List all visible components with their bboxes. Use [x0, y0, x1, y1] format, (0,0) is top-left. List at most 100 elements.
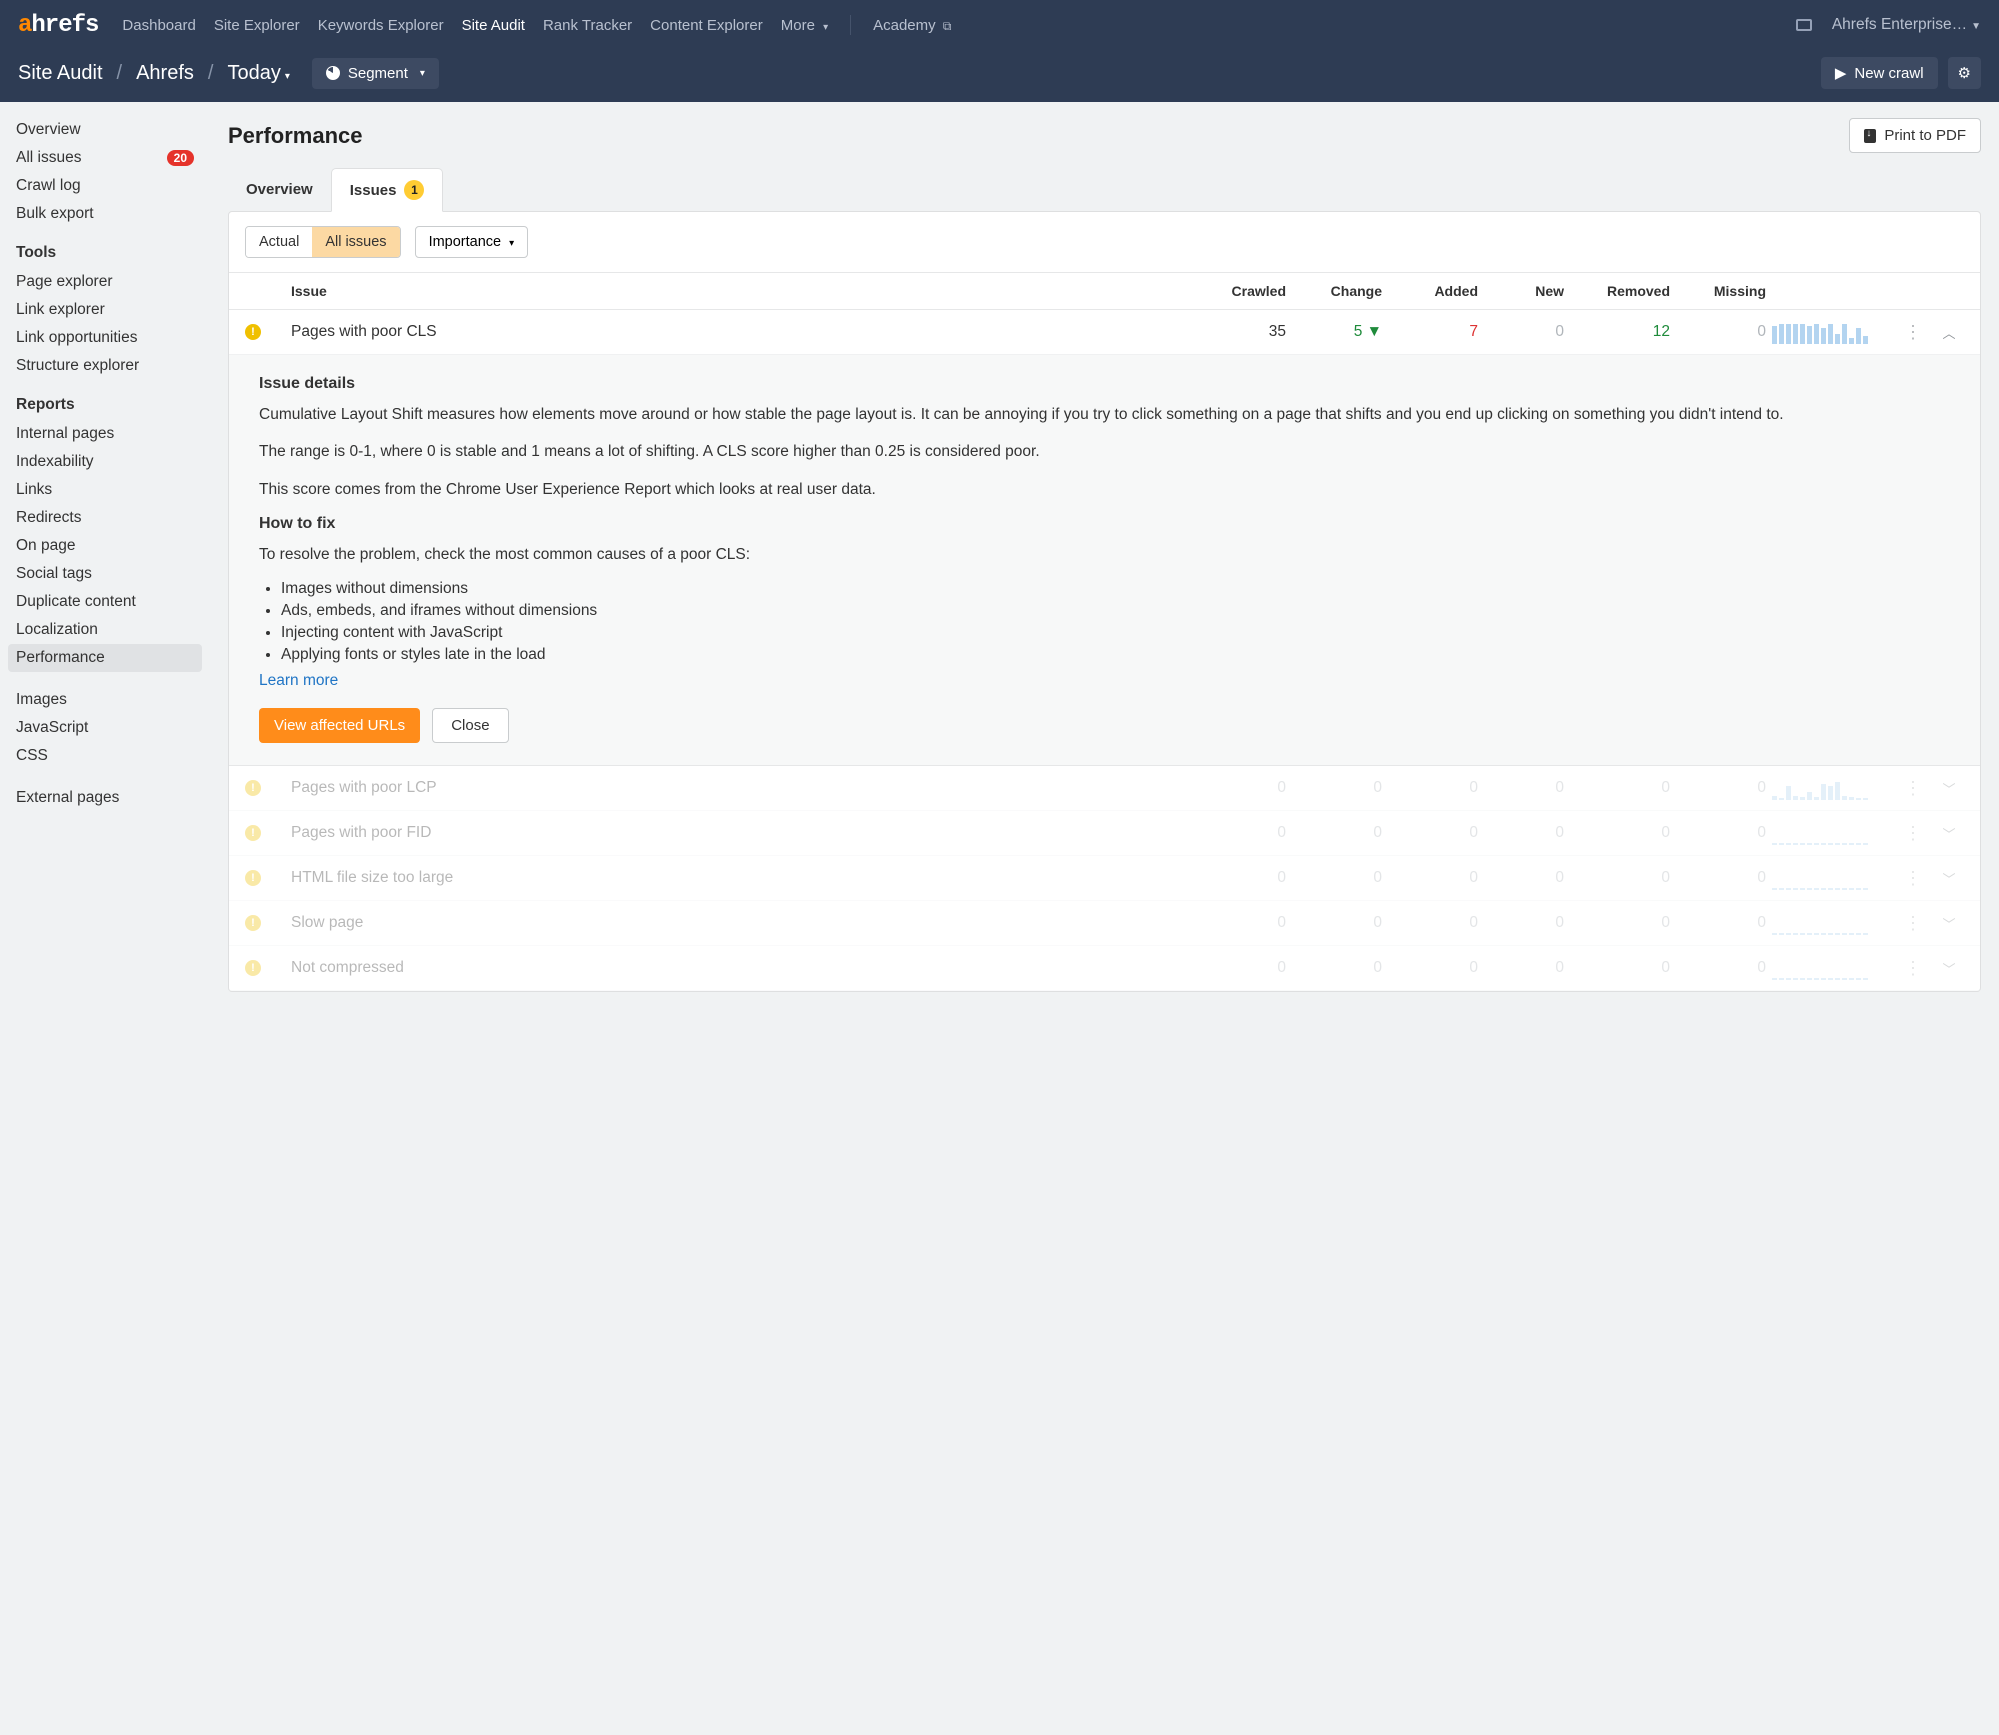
breadcrumb-project[interactable]: Ahrefs	[136, 62, 194, 85]
sidebar-item[interactable]: Link opportunities	[0, 324, 210, 352]
sidebar-item[interactable]: Social tags	[0, 560, 210, 588]
details-p: Cumulative Layout Shift measures how ele…	[259, 403, 1950, 426]
appearance-icon[interactable]	[1796, 19, 1812, 31]
sparkline	[1772, 911, 1892, 935]
col-new[interactable]: New	[1484, 283, 1564, 299]
issue-row[interactable]: Pages with poor CLS 35 5 ▼ 7 0 12 0 ⋮ ︿	[229, 310, 1980, 355]
sidebar-item[interactable]: Links	[0, 476, 210, 504]
sidebar-item[interactable]: Structure explorer	[0, 352, 210, 380]
settings-button[interactable]: ⚙	[1948, 57, 1981, 89]
account-menu[interactable]: Ahrefs Enterprise…▼	[1832, 16, 1981, 34]
sidebar-item[interactable]: JavaScript	[0, 714, 210, 742]
col-issue[interactable]: Issue	[291, 283, 1190, 299]
cell-crawled: 0	[1196, 824, 1286, 842]
tab-issues[interactable]: Issues 1	[331, 168, 444, 212]
sidebar-item[interactable]: External pages	[0, 784, 210, 812]
sidebar-item[interactable]: Performance	[8, 644, 202, 672]
fix-item: Injecting content with JavaScript	[281, 624, 1950, 642]
sidebar-item[interactable]: CSS	[0, 742, 210, 770]
segment-button[interactable]: Segment ▾	[312, 58, 439, 89]
cell-removed: 12	[1570, 323, 1670, 341]
chevron-down-icon[interactable]: ﹀	[1934, 959, 1964, 978]
sidebar-item[interactable]: Localization	[0, 616, 210, 644]
col-added[interactable]: Added	[1388, 283, 1478, 299]
sidebar-item[interactable]: Duplicate content	[0, 588, 210, 616]
nav-link[interactable]: Keywords Explorer	[318, 17, 444, 34]
col-missing[interactable]: Missing	[1676, 283, 1766, 299]
tab-overview[interactable]: Overview	[228, 170, 331, 209]
warning-icon	[245, 324, 261, 340]
close-button[interactable]: Close	[432, 708, 508, 743]
nav-link[interactable]: Rank Tracker	[543, 17, 632, 34]
page-title: Performance	[228, 123, 363, 149]
col-removed[interactable]: Removed	[1570, 283, 1670, 299]
sidebar: OverviewAll issues20Crawl logBulk export…	[0, 102, 210, 1735]
issue-name: Slow page	[291, 914, 1190, 932]
sidebar-item[interactable]: All issues20	[0, 144, 210, 172]
warning-icon	[245, 870, 261, 886]
issue-row[interactable]: Pages with poor FID 0 0 0 0 0 0 ⋮ ﹀	[229, 811, 1980, 856]
print-pdf-button[interactable]: Print to PDF	[1849, 118, 1981, 153]
cell-crawled: 0	[1196, 869, 1286, 887]
nav-separator	[850, 15, 851, 35]
importance-dropdown[interactable]: Importance ▾	[415, 226, 529, 258]
sidebar-item[interactable]: Images	[0, 686, 210, 714]
nav-link[interactable]: Dashboard	[122, 17, 195, 34]
issue-row[interactable]: Pages with poor LCP 0 0 0 0 0 0 ⋮ ﹀	[229, 766, 1980, 811]
chevron-down-icon[interactable]: ﹀	[1934, 869, 1964, 888]
issue-row[interactable]: Slow page 0 0 0 0 0 0 ⋮ ﹀	[229, 901, 1980, 946]
nav-link[interactable]: Site Explorer	[214, 17, 300, 34]
sidebar-item[interactable]: Link explorer	[0, 296, 210, 324]
cell-added: 7	[1388, 323, 1478, 341]
warning-icon	[245, 960, 261, 976]
sidebar-item[interactable]: Internal pages	[0, 420, 210, 448]
filter-actual[interactable]: Actual	[246, 227, 312, 257]
col-change[interactable]: Change	[1292, 283, 1382, 299]
warning-icon	[245, 780, 261, 796]
fix-header: How to fix	[259, 515, 1950, 533]
sidebar-item[interactable]: Indexability	[0, 448, 210, 476]
kebab-icon[interactable]: ⋮	[1898, 322, 1928, 343]
cell-crawled: 0	[1196, 779, 1286, 797]
kebab-icon[interactable]: ⋮	[1898, 778, 1928, 799]
pdf-icon	[1864, 129, 1876, 143]
logo[interactable]: ahrefs	[18, 12, 98, 39]
nav-link[interactable]: More ▾	[781, 17, 828, 34]
fix-item: Applying fonts or styles late in the loa…	[281, 646, 1950, 664]
sidebar-item[interactable]: Overview	[0, 116, 210, 144]
chevron-down-icon[interactable]: ﹀	[1934, 779, 1964, 798]
chevron-down-icon: ▾	[509, 238, 514, 249]
kebab-icon[interactable]: ⋮	[1898, 823, 1928, 844]
sidebar-item[interactable]: Crawl log	[0, 172, 210, 200]
cell-added: 0	[1388, 959, 1478, 977]
sidebar-item[interactable]: Redirects	[0, 504, 210, 532]
details-header: Issue details	[259, 375, 1950, 393]
chevron-down-icon: ▾	[823, 22, 828, 33]
chevron-down-icon[interactable]: ﹀	[1934, 824, 1964, 843]
cell-crawled: 0	[1196, 914, 1286, 932]
nav-link[interactable]: Content Explorer	[650, 17, 763, 34]
sidebar-item[interactable]: On page	[0, 532, 210, 560]
issue-row[interactable]: Not compressed 0 0 0 0 0 0 ⋮ ﹀	[229, 946, 1980, 991]
nav-link[interactable]: Site Audit	[462, 17, 525, 34]
cell-new: 0	[1484, 323, 1564, 341]
sidebar-item[interactable]: Bulk export	[0, 200, 210, 228]
chevron-down-icon[interactable]: ﹀	[1934, 914, 1964, 933]
col-crawled[interactable]: Crawled	[1196, 283, 1286, 299]
breadcrumb-date[interactable]: Today▾	[227, 62, 289, 85]
view-affected-urls-button[interactable]: View affected URLs	[259, 708, 420, 743]
sidebar-item[interactable]: Page explorer	[0, 268, 210, 296]
kebab-icon[interactable]: ⋮	[1898, 958, 1928, 979]
logo-a: a	[18, 12, 31, 39]
table-header: Issue Crawled Change Added New Removed M…	[229, 272, 1980, 310]
cell-crawled: 35	[1196, 323, 1286, 341]
learn-more-link[interactable]: Learn more	[259, 672, 338, 689]
chevron-up-icon[interactable]: ︿	[1934, 323, 1964, 342]
issue-row[interactable]: HTML file size too large 0 0 0 0 0 0 ⋮ ﹀	[229, 856, 1980, 901]
kebab-icon[interactable]: ⋮	[1898, 868, 1928, 889]
nav-academy[interactable]: Academy ⧉	[873, 17, 951, 34]
new-crawl-button[interactable]: ▶ New crawl	[1821, 57, 1938, 89]
kebab-icon[interactable]: ⋮	[1898, 913, 1928, 934]
filter-all-issues[interactable]: All issues	[312, 227, 399, 257]
breadcrumb-section[interactable]: Site Audit	[18, 62, 103, 85]
